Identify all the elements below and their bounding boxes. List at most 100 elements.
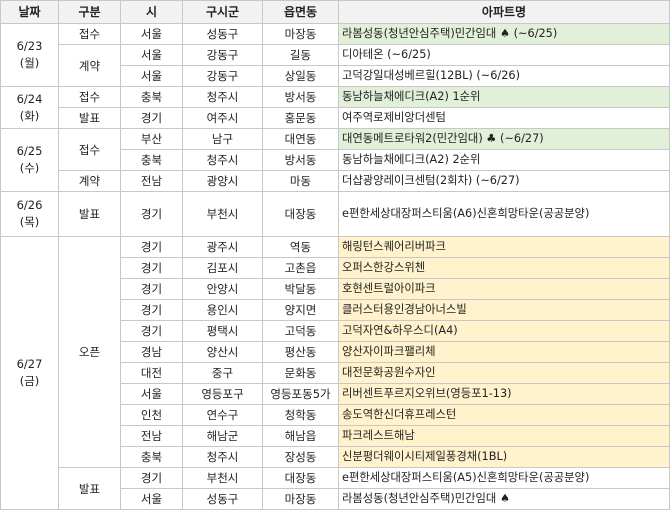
- district-cell: 부천시: [182, 467, 263, 489]
- town-cell: 고덕동: [262, 320, 339, 342]
- header-town: 읍면동: [262, 0, 339, 24]
- city-cell: 경기: [120, 107, 183, 129]
- city-cell: 충북: [120, 86, 183, 108]
- type-cell: 계약: [58, 170, 121, 192]
- header-date: 날짜: [0, 0, 59, 24]
- town-cell: 고촌읍: [262, 257, 339, 279]
- city-cell: 경기: [120, 467, 183, 489]
- city-cell: 서울: [120, 488, 183, 510]
- type-cell: 접수: [58, 128, 121, 171]
- city-cell: 경기: [120, 191, 183, 237]
- subscription-schedule-table: 날짜 구분 시 구시군 읍면동 아파트명 6/23 (월) 접수 서울 성동구 마…: [0, 0, 670, 510]
- apartment-cell: 신분평더웨이시티제일풍경채(1BL): [338, 446, 670, 468]
- table-row: 계약 전남 광양시 마동 더샵광양레이크센텀(2회차) (~6/27): [1, 170, 670, 192]
- apartment-cell: e편한세상대장퍼스티움(A6)신혼희망타운(공공분양): [338, 191, 670, 237]
- type-cell: 발표: [58, 191, 121, 237]
- apartment-cell: 디아테온 (~6/25): [338, 44, 670, 66]
- city-cell: 경기: [120, 257, 183, 279]
- type-cell: 계약: [58, 44, 121, 87]
- district-cell: 해남군: [182, 425, 263, 447]
- city-cell: 서울: [120, 44, 183, 66]
- district-cell: 청주시: [182, 86, 263, 108]
- header-district: 구시군: [182, 0, 263, 24]
- date-day: 6/27: [16, 357, 43, 371]
- city-cell: 경기: [120, 236, 183, 258]
- city-cell: 경남: [120, 341, 183, 363]
- date-day: 6/25: [16, 144, 43, 158]
- apartment-cell: e편한세상대장퍼스티움(A5)신혼희망타운(공공분양): [338, 467, 670, 489]
- header-type: 구분: [58, 0, 121, 24]
- apartment-cell: 해링턴스퀘어리버파크: [338, 236, 670, 258]
- district-cell: 남구: [182, 128, 263, 150]
- city-cell: 부산: [120, 128, 183, 150]
- header-apartment: 아파트명: [338, 0, 670, 24]
- district-cell: 중구: [182, 362, 263, 384]
- city-cell: 경기: [120, 320, 183, 342]
- table-row: 6/27 (금) 오픈 경기 광주시 역동 해링턴스퀘어리버파크: [0, 236, 670, 510]
- apartment-cell: 동남하늘채에디크(A2) 2순위: [338, 149, 670, 171]
- city-cell: 서울: [120, 383, 183, 405]
- apartment-cell: 대연동메트로타워2(민간임대) ♣ (~6/27): [338, 128, 670, 150]
- town-cell: 마동: [262, 170, 339, 192]
- city-cell: 대전: [120, 362, 183, 384]
- table-row: 발표 경기 여주시 홍문동 여주역로제비앙더센텀: [1, 107, 670, 129]
- town-cell: 대장동: [262, 467, 339, 489]
- district-cell: 영등포구: [182, 383, 263, 405]
- apartment-cell: 송도역한신더휴프레스턴: [338, 404, 670, 426]
- table-row: 6/23 (월) 접수 서울 성동구 마장동 라봄성동(청년안심주택)민간임대 ♠…: [0, 23, 670, 87]
- city-cell: 경기: [120, 299, 183, 321]
- apartment-cell: 양산자이파크팰리체: [338, 341, 670, 363]
- date-weekday: (금): [19, 374, 40, 388]
- town-cell: 해남읍: [262, 425, 339, 447]
- town-cell: 장성동: [262, 446, 339, 468]
- town-cell: 평산동: [262, 341, 339, 363]
- date-cell: 6/24 (화): [0, 86, 59, 129]
- type-cell: 발표: [58, 107, 121, 129]
- district-cell: 부천시: [182, 191, 263, 237]
- town-cell: 홍문동: [262, 107, 339, 129]
- date-day: 6/26: [16, 198, 43, 212]
- district-cell: 용인시: [182, 299, 263, 321]
- date-day: 6/23: [16, 39, 43, 53]
- city-cell: 충북: [120, 149, 183, 171]
- header-city: 시: [120, 0, 183, 24]
- apartment-cell: 더샵광양레이크센텀(2회차) (~6/27): [338, 170, 670, 192]
- district-cell: 연수구: [182, 404, 263, 426]
- town-cell: 문화동: [262, 362, 339, 384]
- town-cell: 대연동: [262, 128, 339, 150]
- city-cell: 서울: [120, 65, 183, 87]
- district-cell: 강동구: [182, 44, 263, 66]
- town-cell: 역동: [262, 236, 339, 258]
- date-cell: 6/26 (목): [0, 191, 59, 237]
- city-cell: 경기: [120, 278, 183, 300]
- type-cell: 오픈: [58, 236, 121, 468]
- apartment-cell: 오퍼스한강스위첸: [338, 257, 670, 279]
- district-cell: 성동구: [182, 23, 263, 45]
- type-cell: 발표: [58, 467, 121, 510]
- apartment-cell: 라봄성동(청년안심주택)민간임대 ♠ (~6/25): [338, 23, 670, 45]
- table-row: 6/26 (목) 발표 경기 부천시 대장동 e편한세상대장퍼스티움(A6)신혼희…: [0, 191, 670, 237]
- apartment-cell: 여주역로제비앙더센텀: [338, 107, 670, 129]
- apartment-cell: 고덕강일대성베르힐(12BL) (~6/26): [338, 65, 670, 87]
- district-cell: 여주시: [182, 107, 263, 129]
- date-weekday: (목): [19, 215, 40, 229]
- date-cell: 6/23 (월): [0, 23, 59, 87]
- district-cell: 광양시: [182, 170, 263, 192]
- district-cell: 안양시: [182, 278, 263, 300]
- table-row: 6/25 (수) 접수 부산 남구 대연동 대연동메트로타워2(민간임대) ♣ (…: [0, 128, 670, 192]
- town-cell: 길동: [262, 44, 339, 66]
- town-cell: 박달동: [262, 278, 339, 300]
- type-cell: 접수: [58, 86, 121, 108]
- district-cell: 양산시: [182, 341, 263, 363]
- date-cell: 6/25 (수): [0, 128, 59, 192]
- town-cell: 방서동: [262, 86, 339, 108]
- date-day: 6/24: [16, 91, 43, 106]
- type-cell: 접수: [58, 23, 121, 45]
- town-cell: 마장동: [262, 23, 339, 45]
- town-cell: 청학동: [262, 404, 339, 426]
- district-cell: 광주시: [182, 236, 263, 258]
- town-cell: 상일동: [262, 65, 339, 87]
- apartment-cell: 고덕자연&하우스디(A4): [338, 320, 670, 342]
- city-cell: 서울: [120, 23, 183, 45]
- city-cell: 전남: [120, 425, 183, 447]
